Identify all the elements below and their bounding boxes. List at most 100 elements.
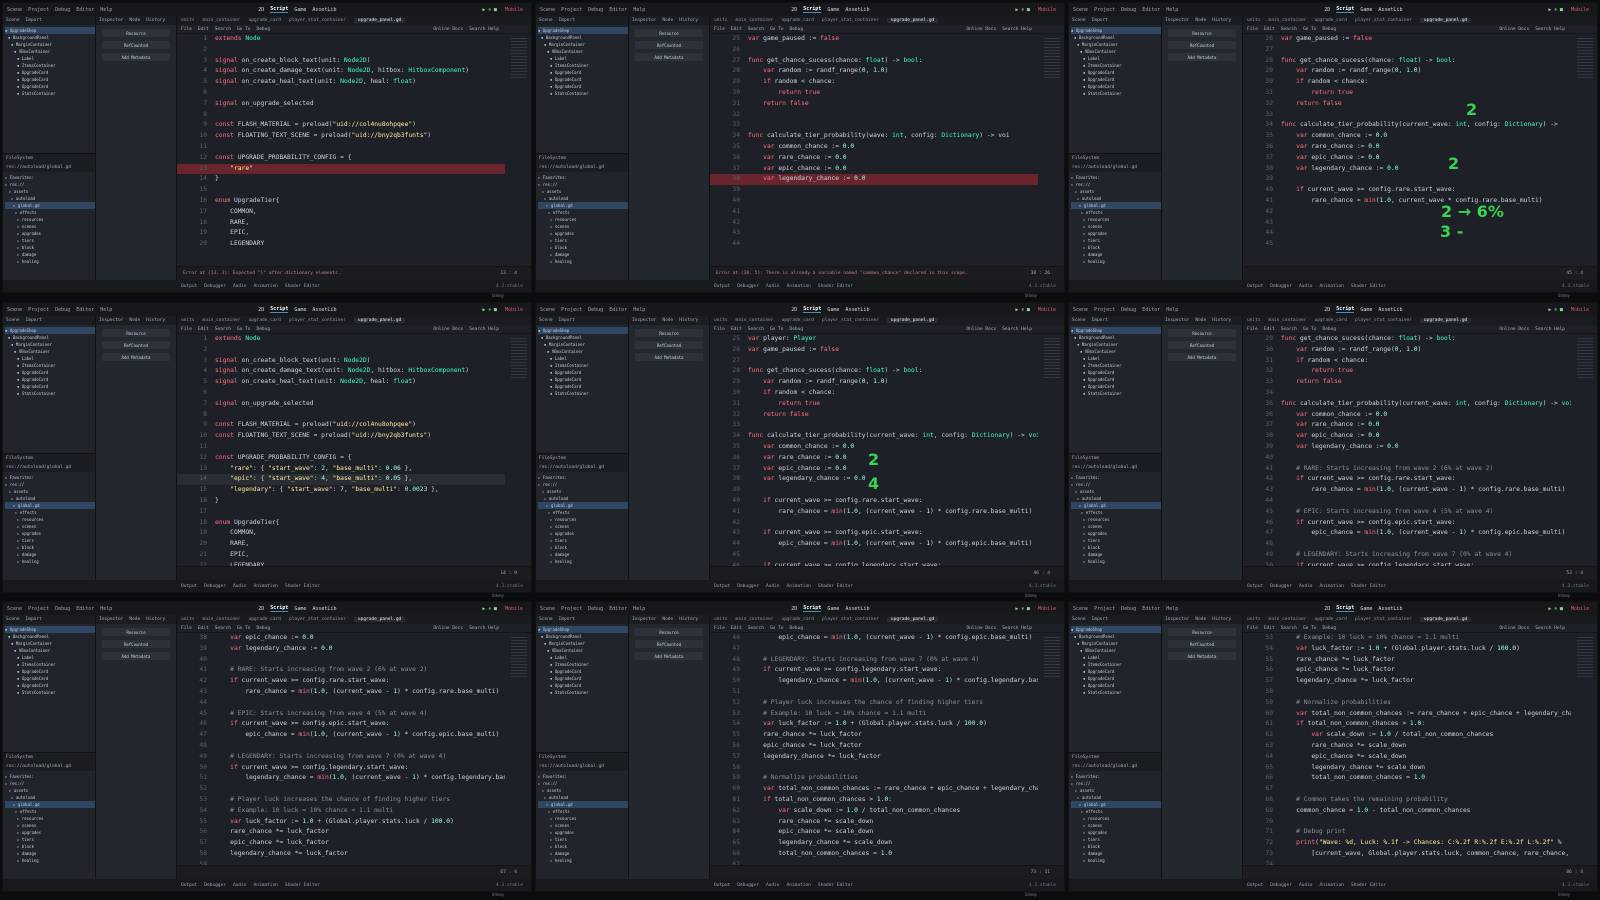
scene-tree-item[interactable]: ▪ UpgradeCard: [538, 83, 628, 90]
scene-tree-item[interactable]: ▪ UpgradeShop: [5, 27, 95, 34]
search-help-button[interactable]: Search Help: [469, 327, 499, 332]
code-line[interactable]: 43 rare_chance = min(1.0, (current_wave …: [1243, 485, 1571, 496]
filesystem-item[interactable]: ▸ damage: [538, 551, 628, 558]
scene-tree-item[interactable]: ▪ Label: [5, 55, 95, 62]
online-docs-button[interactable]: Online Docs: [433, 27, 463, 32]
filesystem-item[interactable]: ▸ global.gd: [5, 801, 95, 808]
filesystem-item[interactable]: ▸ scenes: [1071, 223, 1161, 230]
code-line[interactable]: 62 var scale_down := 1.0 / total_non_com…: [710, 806, 1038, 817]
filesystem-item[interactable]: ▸ autoload: [538, 495, 628, 502]
online-docs-button[interactable]: Online Docs: [433, 626, 463, 631]
code-line[interactable]: 70: [1243, 817, 1571, 828]
scene-tree-item[interactable]: ▪ UpgradeCard: [1071, 682, 1161, 689]
scene-tree-item[interactable]: ▪ UpgradeCard: [1071, 675, 1161, 682]
editor-tab[interactable]: main_container: [1269, 18, 1307, 23]
scene-tree-item[interactable]: ▪ UpgradeShop: [538, 626, 628, 633]
editor-menu-go-to[interactable]: Go To: [1303, 626, 1317, 631]
editor-menu-edit[interactable]: Edit: [1264, 626, 1275, 631]
menu-debug[interactable]: Debug: [1121, 606, 1136, 612]
bottom-tab-output[interactable]: Output: [1247, 284, 1263, 289]
bottom-tab-animation[interactable]: Animation: [254, 883, 278, 888]
code-line[interactable]: 44 epic_chance = min(1.0, (current_wave …: [710, 539, 1038, 550]
inspector-item[interactable]: Add Metadata: [102, 353, 170, 361]
code-line[interactable]: 42 if current_wave >= config.rare.start_…: [177, 676, 505, 687]
bottom-tab-animation[interactable]: Animation: [254, 284, 278, 289]
filesystem-item[interactable]: ▸ tiers: [5, 836, 95, 843]
inspector-tab-inspector[interactable]: Inspector: [99, 617, 123, 622]
code-line[interactable]: 39: [710, 185, 1038, 196]
scene-tree-item[interactable]: ▪ StatsContainer: [1071, 90, 1161, 97]
workspace-assetlib[interactable]: AssetLib: [312, 307, 336, 313]
inspector-item[interactable]: RefCounted: [635, 341, 703, 349]
bottom-tab-output[interactable]: Output: [714, 883, 730, 888]
code-line[interactable]: 38 var legendary_chance := 0.0: [1243, 164, 1571, 175]
filesystem-item[interactable]: ▸ Favorites:: [1071, 174, 1161, 181]
code-line[interactable]: 49 if current_wave >= config.legendary.s…: [710, 665, 1038, 676]
workspace-assetlib[interactable]: AssetLib: [845, 7, 869, 13]
code-minimap[interactable]: [1577, 38, 1593, 78]
code-line[interactable]: 44: [1243, 496, 1571, 507]
inspector-tab-inspector[interactable]: Inspector: [632, 318, 656, 323]
editor-menu-file[interactable]: File: [1247, 27, 1258, 32]
code-line[interactable]: 26: [710, 45, 1038, 56]
bottom-tab-debugger[interactable]: Debugger: [1270, 883, 1292, 888]
inspector-tab-history[interactable]: History: [146, 318, 165, 323]
filesystem-item[interactable]: ▸ healing: [1071, 857, 1161, 864]
code-line[interactable]: 34 func calculate_tier_probability(curren…: [1243, 120, 1571, 131]
play-controls-icon[interactable]: ▶ ⏸ ■: [1548, 606, 1563, 612]
editor-tab[interactable]: player_stat_container: [822, 617, 879, 622]
filesystem-item[interactable]: ▸ healing: [5, 857, 95, 864]
play-controls-icon[interactable]: ▶ ⏸ ■: [1015, 7, 1030, 13]
bottom-tab-output[interactable]: Output: [181, 284, 197, 289]
scene-tree-item[interactable]: ▪ UpgradeCard: [538, 369, 628, 376]
scene-tree-item[interactable]: ▪ UpgradeCard: [1071, 369, 1161, 376]
dock-tab-scene[interactable]: Scene: [539, 617, 553, 622]
workspace-script[interactable]: Script: [1336, 6, 1355, 13]
inspector-tab-node[interactable]: Node: [662, 617, 673, 622]
menu-debug[interactable]: Debug: [588, 7, 603, 13]
scene-tree-item[interactable]: ▪ UpgradeShop: [538, 27, 628, 34]
play-controls-icon[interactable]: ▶ ⏸ ■: [1015, 606, 1030, 612]
play-controls-icon[interactable]: ▶ ⏸ ■: [1548, 7, 1563, 13]
scene-tree-item[interactable]: ▪ MarginContainer: [538, 640, 628, 647]
scene-tree-item[interactable]: ▪ MarginContainer: [5, 41, 95, 48]
editor-menu-debug[interactable]: Debug: [790, 27, 804, 32]
filesystem-item[interactable]: ▸ block: [538, 244, 628, 251]
editor-menu-file[interactable]: File: [714, 327, 725, 332]
dock-tab-scene[interactable]: Scene: [539, 318, 553, 323]
filesystem-item[interactable]: ▸ res://: [1071, 481, 1161, 488]
code-line[interactable]: 29 if random < chance:: [710, 77, 1038, 88]
code-line[interactable]: 58: [1243, 687, 1571, 698]
editor-tab[interactable]: upgrade_card: [1314, 318, 1347, 323]
workspace-script[interactable]: Script: [270, 306, 289, 313]
code-line[interactable]: 34: [1243, 388, 1571, 399]
search-help-button[interactable]: Search Help: [1002, 626, 1032, 631]
code-line[interactable]: 5 signal on_create_heal_text(unit: Node2D…: [177, 77, 505, 88]
workspace-2d[interactable]: 2D: [258, 7, 264, 13]
editor-menu-search[interactable]: Search: [1281, 27, 1297, 32]
search-help-button[interactable]: Search Help: [1535, 327, 1565, 332]
bottom-tab-output[interactable]: Output: [1247, 584, 1263, 589]
scene-tree-item[interactable]: ▪ Label: [538, 55, 628, 62]
editor-tab[interactable]: upgrade_card: [781, 617, 814, 622]
editor-tab[interactable]: upgrade_card: [248, 18, 281, 23]
menu-project[interactable]: Project: [28, 606, 49, 612]
bottom-tab-audio[interactable]: Audio: [1299, 284, 1313, 289]
code-line[interactable]: 37 var epic_chance := 0.0: [1243, 153, 1571, 164]
filesystem-item[interactable]: ▸ damage: [1071, 251, 1161, 258]
code-line[interactable]: 42: [1243, 207, 1571, 218]
scene-tree-item[interactable]: ▪ VBoxContainer: [5, 48, 95, 55]
play-controls-icon[interactable]: ▶ ⏸ ■: [1015, 307, 1030, 313]
editor-tab[interactable]: upgrade_card: [248, 318, 281, 323]
filesystem-item[interactable]: ▸ assets: [1071, 188, 1161, 195]
inspector-item[interactable]: RefCounted: [635, 41, 703, 49]
editor-menu-file[interactable]: File: [1247, 327, 1258, 332]
play-controls-icon[interactable]: ▶ ⏸ ■: [1548, 307, 1563, 313]
code-line[interactable]: 10 const FLOATING_TEXT_SCENE = preload("u…: [177, 431, 505, 442]
scene-tree-item[interactable]: ▪ UpgradeShop: [538, 327, 628, 334]
code-line[interactable]: 61 if total_non_common_chances > 1.0:: [710, 795, 1038, 806]
dock-tab-scene[interactable]: Scene: [6, 18, 20, 23]
scene-tree-item[interactable]: ▪ StatsContainer: [538, 90, 628, 97]
scene-tree-item[interactable]: ▪ VBoxContainer: [538, 48, 628, 55]
search-help-button[interactable]: Search Help: [1002, 327, 1032, 332]
